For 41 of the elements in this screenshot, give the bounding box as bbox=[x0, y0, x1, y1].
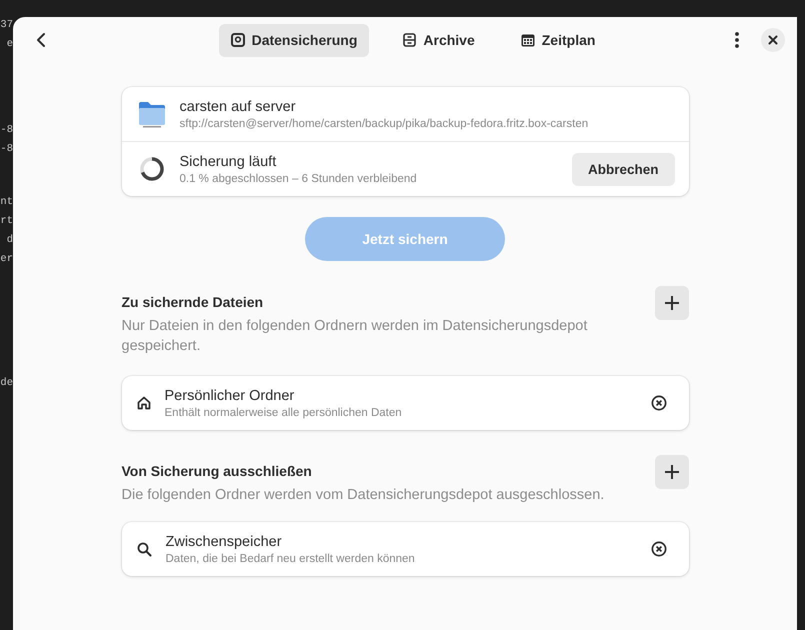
terminal-text: de bbox=[0, 376, 13, 391]
cancel-button[interactable]: Abbrechen bbox=[572, 152, 674, 186]
section-title: Zu sichernde Dateien bbox=[122, 294, 264, 310]
search-icon bbox=[136, 542, 152, 556]
calendar-icon bbox=[520, 34, 535, 46]
folder-subtitle: Enthält normalerweise alle persönlichen Daten bbox=[164, 406, 403, 418]
folder-icon bbox=[138, 100, 166, 128]
home-icon bbox=[136, 396, 150, 410]
archive-icon bbox=[403, 33, 416, 47]
back-icon bbox=[36, 32, 46, 48]
plus-icon bbox=[664, 295, 680, 311]
status-title: Sicherung läuft bbox=[180, 154, 278, 170]
section-title: Von Sicherung ausschließen bbox=[122, 463, 313, 479]
repository-title: carsten auf server bbox=[180, 98, 297, 114]
terminal-text: -8 bbox=[0, 123, 13, 138]
folder-title: Persönlicher Ordner bbox=[164, 388, 296, 404]
plus-icon bbox=[664, 464, 680, 480]
remove-icon[interactable] bbox=[650, 395, 666, 411]
terminal-text: d bbox=[6, 233, 13, 248]
section-description: Die folgenden Ordner werden vom Datensicherungsdepot ausgeschlossen. bbox=[122, 486, 604, 505]
folder-title: Zwischenspeicher bbox=[166, 534, 283, 550]
repository-path: sftp://carsten@server/home/carsten/backup/pika/backup-fedora.fritz.box-carsten bbox=[180, 118, 590, 130]
terminal-text: 37 bbox=[0, 18, 13, 33]
remove-icon[interactable] bbox=[650, 541, 666, 557]
tab[interactable]: Zeitplan bbox=[508, 24, 608, 56]
add-button[interactable] bbox=[654, 286, 688, 320]
terminal-text: e bbox=[6, 37, 13, 52]
spinner-icon bbox=[138, 155, 166, 183]
terminal-text: rt bbox=[0, 214, 13, 229]
folder-subtitle: Daten, die bei Bedarf neu erstellt werden können bbox=[166, 552, 416, 564]
section-description: Nur Dateien in den folgenden Ordnern werden im Datensicherungsdepot gespeichert. bbox=[122, 317, 588, 356]
terminal-text: nt bbox=[0, 195, 13, 210]
tab[interactable]: Datensicherung bbox=[218, 24, 370, 56]
add-button[interactable] bbox=[654, 455, 688, 489]
terminal-text: er bbox=[0, 252, 13, 267]
close-icon bbox=[768, 35, 778, 45]
close-button[interactable] bbox=[761, 28, 785, 52]
menu-icon bbox=[735, 32, 739, 48]
status-detail: 0.1 % abgeschlossen – 6 Stunden verbleibend bbox=[180, 172, 418, 184]
tab[interactable]: Archive bbox=[391, 24, 487, 56]
terminal-text: -8 bbox=[0, 142, 13, 157]
